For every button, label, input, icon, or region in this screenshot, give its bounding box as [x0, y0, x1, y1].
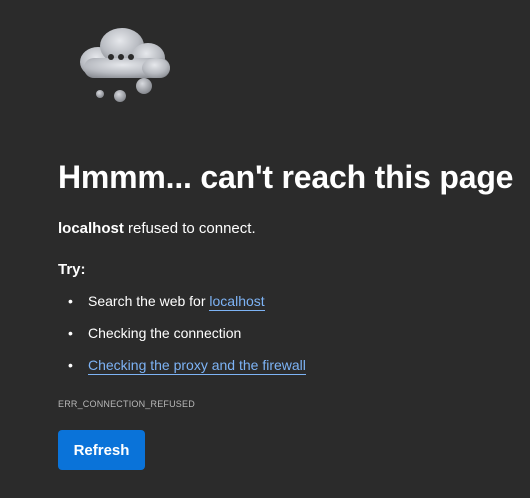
host-name: localhost: [58, 220, 124, 237]
suggestion-check-connection: • Checking the connection: [58, 322, 306, 354]
error-code: ERR_CONNECTION_REFUSED: [58, 399, 195, 409]
cloud-dot: [108, 54, 114, 60]
bullet-icon: •: [68, 325, 73, 341]
suggestion-search-web: • Search the web for localhost: [58, 290, 306, 322]
refresh-button[interactable]: Refresh: [58, 430, 145, 470]
thinking-cloud-icon: [80, 28, 170, 102]
check-proxy-firewall-link[interactable]: Checking the proxy and the firewall: [88, 357, 306, 375]
cloud-dot: [118, 54, 124, 60]
error-message-text: refused to connect.: [123, 220, 256, 237]
bullet-icon: •: [68, 357, 73, 373]
cloud-shape: [80, 28, 170, 78]
bullet-icon: •: [68, 293, 73, 309]
suggestion-text: Search the web for: [88, 293, 210, 309]
suggestion-text: Checking the connection: [88, 325, 242, 341]
cloud-drop: [96, 90, 104, 98]
cloud-dot: [128, 54, 134, 60]
error-page: Hmmm... can't reach this page localhost …: [0, 0, 530, 498]
error-message: localhost refused to connect.: [58, 219, 256, 239]
page-title: Hmmm... can't reach this page: [58, 159, 514, 195]
suggestion-check-proxy: • Checking the proxy and the firewall: [58, 354, 306, 386]
cloud-drop: [136, 78, 152, 94]
cloud-drop: [114, 90, 126, 102]
suggestion-list: • Search the web for localhost • Checkin…: [58, 290, 306, 386]
search-localhost-link[interactable]: localhost: [209, 293, 265, 311]
try-heading: Try:: [58, 261, 86, 278]
